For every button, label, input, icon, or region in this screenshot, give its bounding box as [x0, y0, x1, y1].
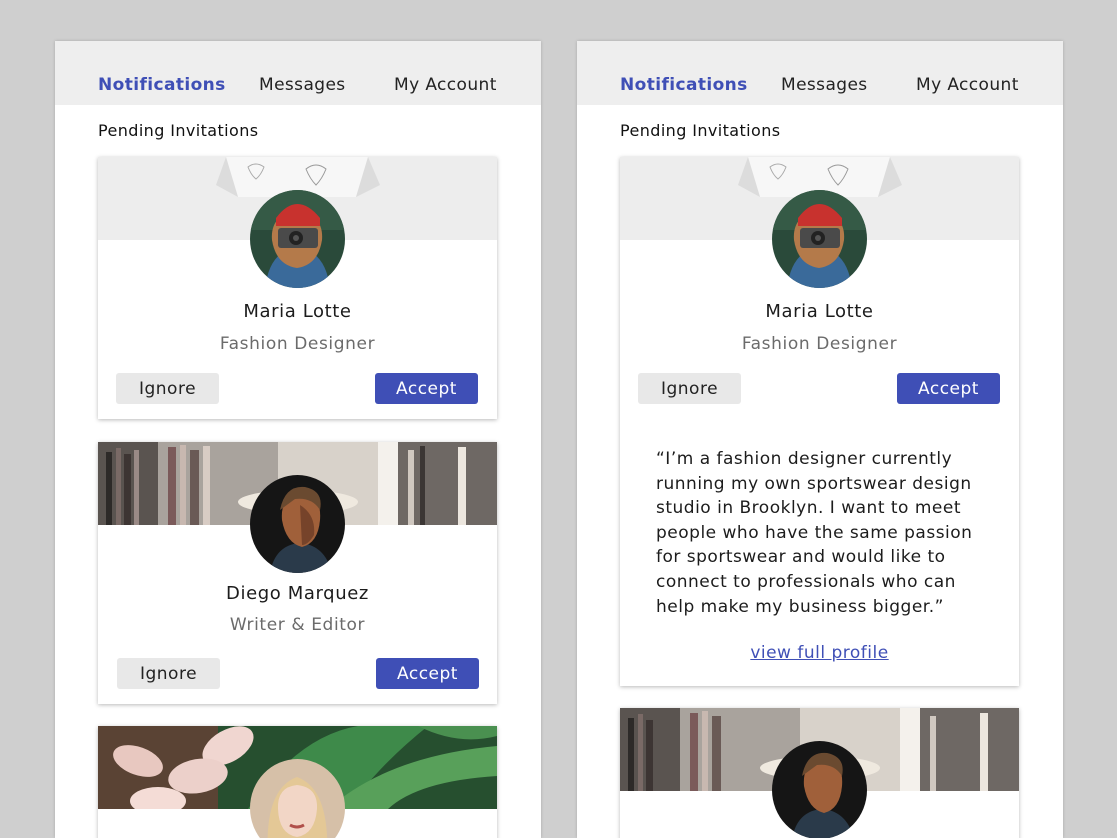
invitation-card[interactable]: Maria Lotte Fashion Designer Ignore Acce… [98, 157, 497, 419]
invitee-bio: “I’m a fashion designer currently runnin… [656, 449, 973, 617]
top-nav: Notifications Messages My Account [577, 41, 1063, 105]
invitee-name: Maria Lotte [765, 301, 874, 322]
ignore-button[interactable]: Ignore [117, 658, 220, 689]
accept-button[interactable]: Accept [375, 373, 478, 404]
invitation-card[interactable] [620, 708, 1019, 838]
avatar [772, 741, 867, 838]
accept-button[interactable]: Accept [897, 373, 1000, 404]
invitation-card[interactable]: Diego Marquez Writer & Editor Ignore Acc… [98, 442, 497, 704]
tab-notifications[interactable]: Notifications [98, 75, 226, 95]
accept-button[interactable]: Accept [376, 658, 479, 689]
ignore-button[interactable]: Ignore [638, 373, 741, 404]
invitation-card-expanded[interactable]: Maria Lotte Fashion Designer Ignore Acce… [620, 157, 1019, 686]
tab-my-account[interactable]: My Account [916, 75, 1019, 95]
invitee-name: Diego Marquez [226, 583, 369, 604]
phone-screen-expanded: Notifications Messages My Account Pendin… [577, 41, 1063, 838]
invitation-card[interactable] [98, 726, 497, 838]
invitee-role: Writer & Editor [229, 615, 366, 635]
avatar [250, 475, 345, 573]
phone-screen-list: Notifications Messages My Account Pendin… [55, 41, 541, 838]
avatar [250, 190, 345, 288]
tab-my-account[interactable]: My Account [394, 75, 497, 95]
invitee-name: Maria Lotte [243, 301, 352, 322]
tab-notifications[interactable]: Notifications [620, 75, 748, 95]
tab-messages[interactable]: Messages [259, 75, 346, 95]
section-title: Pending Invitations [620, 121, 781, 140]
invitee-role: Fashion Designer [219, 334, 376, 354]
view-full-profile-link[interactable]: view full profile [620, 643, 1019, 663]
invitee-role: Fashion Designer [741, 334, 898, 354]
avatar [772, 190, 867, 288]
section-title: Pending Invitations [98, 121, 259, 140]
top-nav: Notifications Messages My Account [55, 41, 541, 105]
tab-messages[interactable]: Messages [781, 75, 868, 95]
ignore-button[interactable]: Ignore [116, 373, 219, 404]
